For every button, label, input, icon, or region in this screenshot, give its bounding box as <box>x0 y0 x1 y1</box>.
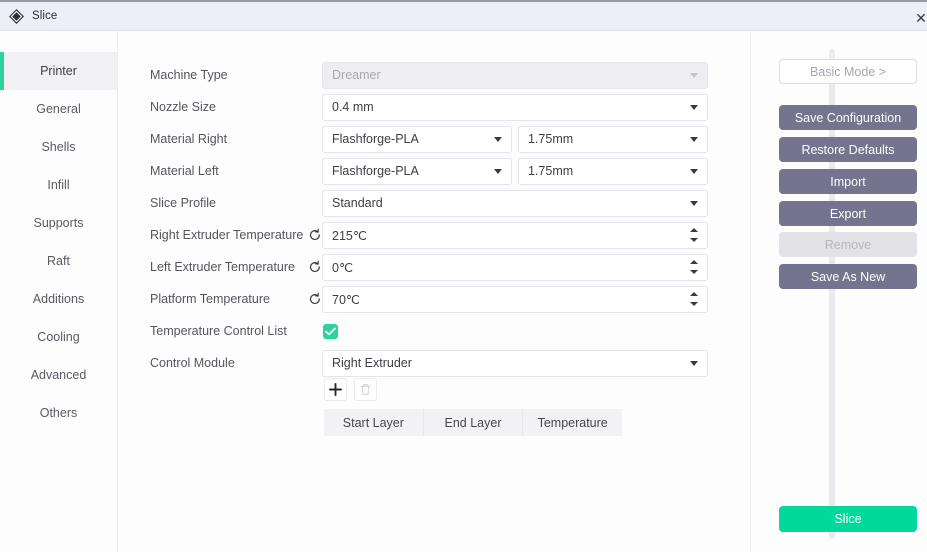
chevron-down-icon <box>690 137 698 142</box>
left-extruder-temperature-label: Left Extruder Temperature <box>150 260 295 274</box>
platform-temperature-label: Platform Temperature <box>150 292 270 306</box>
right-extruder-temperature-value: 215℃ <box>332 228 367 243</box>
window-titlebar: Slice ✕ <box>0 0 927 31</box>
add-row-button[interactable] <box>324 378 347 401</box>
restore-defaults-button[interactable]: Restore Defaults <box>779 137 917 162</box>
sidebar-item-cooling[interactable]: Cooling <box>0 318 117 356</box>
action-panel: Basic Mode > Save Configuration Restore … <box>750 31 927 552</box>
close-icon[interactable]: ✕ <box>911 10 927 26</box>
right-extruder-temperature-label: Right Extruder Temperature <box>150 228 304 242</box>
sidebar-item-label: Cooling <box>37 330 80 344</box>
diamond-logo-icon <box>9 8 24 24</box>
import-button[interactable]: Import <box>779 169 917 194</box>
chevron-down-icon <box>690 169 698 174</box>
material-left-select[interactable]: Flashforge-PLA <box>322 157 512 185</box>
table-column-temperature[interactable]: Temperature <box>523 409 622 436</box>
control-module-label: Control Module <box>150 356 235 370</box>
reset-icon[interactable] <box>308 228 322 242</box>
nozzle-size-value: 0.4 mm <box>332 100 374 114</box>
remove-button: Remove <box>779 232 917 257</box>
nozzle-size-select[interactable]: 0.4 mm <box>322 93 708 121</box>
chevron-down-icon <box>494 137 502 142</box>
save-as-new-button[interactable]: Save As New <box>779 264 917 289</box>
printer-settings-form: Machine Type Dreamer Nozzle Size 0.4 mm … <box>118 31 835 552</box>
sidebar-nav: Printer General Shells Infill Supports R… <box>0 31 118 552</box>
nozzle-size-label: Nozzle Size <box>150 100 216 114</box>
reset-icon[interactable] <box>308 292 322 306</box>
left-extruder-temperature-input[interactable]: 0℃ <box>322 253 708 281</box>
sidebar-item-label: Printer <box>40 64 77 78</box>
sidebar-item-label: Shells <box>41 140 76 154</box>
platform-temperature-value: 70℃ <box>332 292 360 307</box>
sidebar-item-additions[interactable]: Additions <box>0 280 117 318</box>
control-module-select[interactable]: Right Extruder <box>322 349 708 377</box>
material-left-diameter-value: 1.75mm <box>528 164 574 178</box>
sidebar-item-printer[interactable]: Printer <box>0 52 117 90</box>
machine-type-select: Dreamer <box>322 61 708 89</box>
stepper-icon[interactable] <box>690 260 699 274</box>
material-right-select[interactable]: Flashforge-PLA <box>322 125 512 153</box>
sidebar-item-label: Advanced <box>30 368 87 382</box>
platform-temperature-input[interactable]: 70℃ <box>322 285 708 313</box>
sidebar-item-label: Infill <box>47 178 70 192</box>
app-body: Printer General Shells Infill Supports R… <box>0 31 927 552</box>
chevron-down-icon <box>690 361 698 366</box>
chevron-down-icon <box>690 105 698 110</box>
save-configuration-button[interactable]: Save Configuration <box>779 105 917 130</box>
basic-mode-button[interactable]: Basic Mode > <box>779 59 917 84</box>
sidebar-item-supports[interactable]: Supports <box>0 204 117 242</box>
sidebar-item-label: Others <box>39 406 78 420</box>
plus-icon <box>329 383 342 396</box>
stepper-icon[interactable] <box>690 228 699 242</box>
chevron-down-icon <box>494 169 502 174</box>
sidebar-item-shells[interactable]: Shells <box>0 128 117 166</box>
material-right-label: Material Right <box>150 132 228 146</box>
slice-profile-label: Slice Profile <box>150 196 216 210</box>
material-left-diameter-select[interactable]: 1.75mm <box>518 157 708 185</box>
material-left-label: Material Left <box>150 164 219 178</box>
machine-type-label: Machine Type <box>150 68 228 82</box>
material-right-value: Flashforge-PLA <box>332 132 419 146</box>
stepper-icon[interactable] <box>690 292 699 306</box>
reset-icon[interactable] <box>308 260 322 274</box>
material-right-diameter-select[interactable]: 1.75mm <box>518 125 708 153</box>
trash-icon <box>360 384 371 395</box>
sidebar-item-infill[interactable]: Infill <box>0 166 117 204</box>
right-extruder-temperature-input[interactable]: 215℃ <box>322 221 708 249</box>
delete-row-button <box>354 378 377 401</box>
sidebar-item-raft[interactable]: Raft <box>0 242 117 280</box>
sidebar-item-label: Additions <box>32 292 85 306</box>
sidebar-item-general[interactable]: General <box>0 90 117 128</box>
machine-type-value: Dreamer <box>332 68 381 82</box>
sidebar-top-spacer <box>0 31 117 52</box>
temperature-control-list-checkbox[interactable] <box>323 324 338 339</box>
export-button[interactable]: Export <box>779 201 917 226</box>
temperature-control-list-label: Temperature Control List <box>150 324 287 338</box>
table-column-start-layer[interactable]: Start Layer <box>324 409 424 436</box>
chevron-down-icon <box>690 201 698 206</box>
material-left-value: Flashforge-PLA <box>332 164 419 178</box>
control-module-value: Right Extruder <box>332 356 412 370</box>
window-title: Slice <box>32 10 58 22</box>
temperature-control-table-header: Start Layer End Layer Temperature <box>324 409 622 436</box>
slice-profile-value: Standard <box>332 196 383 210</box>
sidebar-item-label: General <box>36 102 81 116</box>
left-extruder-temperature-value: 0℃ <box>332 260 353 275</box>
sidebar-item-label: Supports <box>33 216 84 230</box>
slice-button[interactable]: Slice <box>779 506 917 532</box>
sidebar-item-others[interactable]: Others <box>0 394 117 432</box>
chevron-down-icon <box>690 73 698 78</box>
sidebar-item-label: Raft <box>47 254 70 268</box>
table-column-end-layer[interactable]: End Layer <box>424 409 524 436</box>
sidebar-item-advanced[interactable]: Advanced <box>0 356 117 394</box>
slice-profile-select[interactable]: Standard <box>322 189 708 217</box>
material-right-diameter-value: 1.75mm <box>528 132 574 146</box>
